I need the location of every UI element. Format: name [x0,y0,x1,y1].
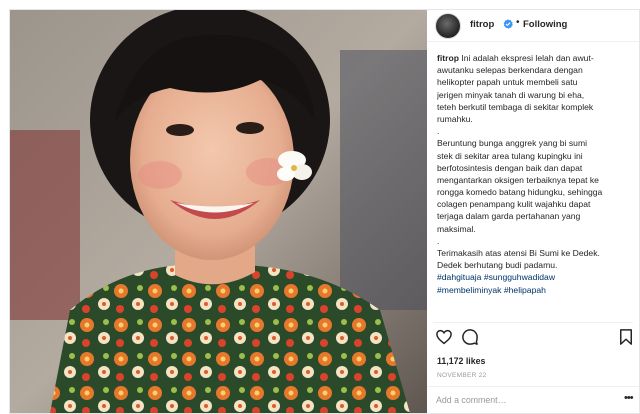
action-bar [435,328,635,348]
caption-line: Beruntung bunga anggrek yang bi sumi [437,138,588,149]
bookmark-icon[interactable] [617,328,635,346]
caption-username[interactable]: fitrop [437,53,459,63]
caption-line: rongga komedo batang hidungku, sehingga [437,187,603,198]
caption-line: maksimal. [437,223,476,234]
post-caption: fitrop Ini adalah ekspresi lelah dan awu… [437,52,635,322]
caption-line: fitrop Ini adalah ekspresi lelah dan awu… [437,52,635,64]
post-card: fitrop • Following fitrop Ini adalah eks… [9,9,640,414]
portrait-image [10,10,427,413]
caption-line: stek di sekitar area tulang kupingku ini [437,150,583,161]
caption-line: colagen penampang kulit wajahku dapat [437,199,591,210]
speech-bubble-icon[interactable] [461,328,479,346]
comment-input[interactable] [436,392,632,408]
caption-line: jerigen minyak tanah di warung bi eha, [437,89,585,100]
separator-dot: • [516,17,520,28]
post-side-panel: fitrop • Following fitrop Ini adalah eks… [427,10,639,413]
caption-line: rumahku. [437,113,473,124]
following-button[interactable]: Following [523,19,567,30]
caption-line: terjaga dalam garda pertahanan yang [437,211,581,222]
caption-line: teteh berkutil tembaga di sekitar komple… [437,101,594,112]
caption-line: berfotosintesis dengan baik dan dapat [437,162,583,173]
post-header: fitrop • Following [427,10,639,42]
hashtag-links[interactable]: #dahgituaja #sungguhwadidaw [437,271,635,283]
post-date[interactable]: NOVEMBER 22 [437,372,487,379]
divider [433,322,633,323]
more-options-icon[interactable]: ••• [624,392,634,404]
post-photo[interactable] [10,10,427,413]
caption-line: helikopter papah untuk membeli satu [437,77,578,88]
username-link[interactable]: fitrop [470,19,494,30]
caption-line: Dedek berhutang budi padamu. [437,260,558,271]
avatar[interactable] [435,13,461,39]
caption-line: awutanku selepas berkendara dengan [437,65,583,76]
hashtag-links[interactable]: #membeliminyak #helipapah [437,284,635,296]
caption-text: Ini adalah ekspresi lelah dan awut- [461,53,594,63]
caption-line: mengantarkan oksigen terbaiknya tepat ke [437,174,599,185]
heart-outline-icon[interactable] [435,328,453,346]
caption-line: . [437,235,440,246]
caption-line: Terimakasih atas atensi Bi Sumi ke Dedek… [437,248,600,258]
divider [427,386,639,387]
likes-count[interactable]: 11,172 likes [437,356,485,366]
caption-line: . [437,126,440,137]
verified-badge-icon [503,19,513,29]
